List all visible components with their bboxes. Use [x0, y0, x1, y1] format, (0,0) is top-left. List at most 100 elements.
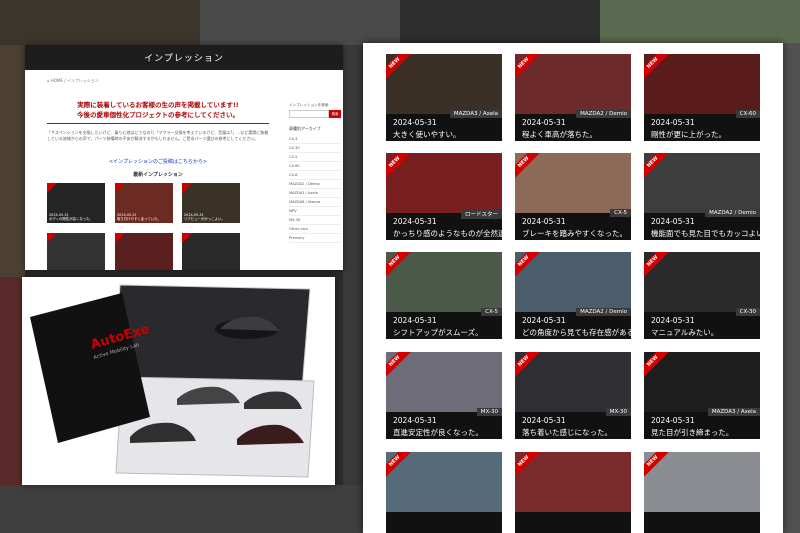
card-date: 2024-05-31	[522, 217, 566, 226]
latest-item[interactable]: 2024-05-31 取り付けやすく走っていた。	[115, 183, 173, 223]
bg-photo	[0, 277, 22, 485]
card-date: 2024-05-31	[651, 118, 695, 127]
brochure-photo: AutoExe Active Mobility Lab	[22, 277, 335, 485]
card-date: 2024-05-31	[522, 416, 566, 425]
bg-photo	[600, 0, 800, 43]
lead-line-2: 今後の愛車個性化プロジェクトの参考にしてください。	[76, 111, 240, 119]
archive-item[interactable]: MAZDA3 / Axela	[289, 189, 341, 198]
card-caption-band	[515, 512, 631, 533]
card-photo	[515, 352, 631, 412]
impression-card[interactable]: CX-60 2024-05-31 剛性が更に上がった。 NEW	[644, 54, 760, 141]
card-photo	[644, 153, 760, 213]
impression-card[interactable]: NEW	[386, 452, 502, 533]
card-title: マニュアルみたい。	[651, 328, 719, 337]
impression-card[interactable]: MAZDA3 / Axela 2024-05-31 大きく使いやすい。 NEW	[386, 54, 502, 141]
car-model-tag: MAZDA3 / Axela	[449, 110, 502, 118]
card-date: 2024-05-31	[393, 316, 437, 325]
impression-page: インプレッション ⌂ HOME / インプレッション 実際に装着しているお客様の…	[25, 45, 343, 270]
archive-item[interactable]: Premacy	[289, 234, 341, 243]
card-title: かっちり感のようなものが全然違う。	[393, 229, 502, 238]
archive-item[interactable]: CX-5	[289, 153, 341, 162]
impression-card[interactable]: MX-30 2024-05-31 直進安定性が良くなった。 NEW	[386, 352, 502, 439]
card-title: どの角度から見ても存在感がある。	[522, 328, 631, 337]
card-photo	[515, 153, 631, 213]
new-badge	[182, 233, 192, 243]
latest-item[interactable]	[182, 233, 240, 270]
card-photo	[515, 252, 631, 312]
new-badge	[182, 183, 192, 193]
impression-card[interactable]: MAZDA2 / Demio 2024-05-31 程よく車高が落ちた。 NEW	[515, 54, 631, 141]
card-photo	[515, 54, 631, 114]
card-title: 見た目が引き締まった。	[651, 428, 734, 437]
car-model-tag: CX-30	[735, 308, 760, 316]
impression-card[interactable]: MAZDA2 / Demio 2024-05-31 機能面でも見た目でもカッコよい。…	[644, 153, 760, 240]
bg-photo	[0, 45, 25, 277]
card-photo	[644, 352, 760, 412]
card-photo	[386, 452, 502, 512]
archive-item[interactable]: CX-60	[289, 162, 341, 171]
impression-card[interactable]: ロードスター2024-05-31かっちり感のようなものが全然違う。NEW	[386, 153, 502, 240]
archive-item[interactable]: MX-30	[289, 216, 341, 225]
lead-line-1: 実際に装着しているお客様の生の声を掲載しています!!	[77, 101, 239, 109]
impression-card[interactable]: CX-5 2024-05-31 シフトアップがスムーズ。 NEW	[386, 252, 502, 339]
impression-card[interactable]: NEW	[644, 452, 760, 533]
archive-item[interactable]: Other cars	[289, 225, 341, 234]
impression-card[interactable]: CX-5 2024-05-31 ブレーキを踏みやすくなった。 NEW	[515, 153, 631, 240]
card-date: 2024-05-31	[651, 416, 695, 425]
lead-text: 実際に装着しているお客様の生の声を掲載しています!! 今後の愛車個性化プロジェク…	[47, 100, 269, 120]
card-date: 2024-05-31	[393, 118, 437, 127]
page-header: インプレッション	[25, 45, 343, 70]
latest-item-caption: 2024-05-31 取り付けやすく走っていた。	[117, 213, 161, 221]
impression-card[interactable]: NEW	[515, 452, 631, 533]
card-date: 2024-05-31	[522, 118, 566, 127]
car-model-tag: CX-5	[610, 209, 631, 217]
car-model-tag: CX-5	[481, 308, 502, 316]
car-model-tag: CX-60	[735, 110, 760, 118]
car-model-tag: MAZDA3 / Axela	[707, 408, 760, 416]
card-date: 2024-05-31	[651, 316, 695, 325]
archive-list: CX-3 CX-30 CX-5 CX-60 CX-8 MAZDA2 / Demi…	[289, 135, 341, 243]
bg-photo	[343, 45, 363, 533]
search-button[interactable]: 検索	[329, 110, 341, 118]
card-date: 2024-05-31	[393, 217, 437, 226]
archive-item[interactable]: MAZDA6 / Atenza	[289, 198, 341, 207]
latest-item[interactable]: 2024-05-31 ボディの剛性が高くなった。	[47, 183, 105, 223]
archive-item[interactable]: MAZDA2 / Demio	[289, 180, 341, 189]
new-badge	[115, 233, 125, 243]
archive-item[interactable]: CX-8	[289, 171, 341, 180]
impression-card[interactable]: MAZDA3 / Axela 2024-05-31 見た目が引き締まった。 NEW	[644, 352, 760, 439]
impression-card[interactable]: MAZDA2 / Demio 2024-05-31 どの角度から見ても存在感がある。…	[515, 252, 631, 339]
latest-item-caption: 2024-05-31 ボディの剛性が高くなった。	[49, 213, 93, 221]
latest-item[interactable]: 2024-05-31 リアビューがかっこよい。	[182, 183, 240, 223]
card-caption-band	[644, 512, 760, 533]
card-photo	[386, 352, 502, 412]
card-date: 2024-05-31	[393, 416, 437, 425]
card-title: 剛性が更に上がった。	[651, 130, 726, 139]
bg-photo	[783, 43, 800, 533]
sidebar: インプレッションを検索 検索 車種別アーカイブ CX-3 CX-30 CX-5 …	[289, 103, 341, 243]
card-title: 直進安定性が良くなった。	[393, 428, 483, 437]
search-input[interactable]	[289, 110, 329, 118]
impression-grid: MAZDA3 / Axela 2024-05-31 大きく使いやすい。 NEW MAZD…	[363, 43, 783, 533]
archive-item[interactable]: MPV	[289, 207, 341, 216]
latest-item[interactable]	[115, 233, 173, 270]
archive-item[interactable]: CX-3	[289, 135, 341, 144]
car-model-tag: MX-30	[476, 408, 502, 416]
card-photo	[515, 452, 631, 512]
card-title: シフトアップがスムーズ。	[393, 328, 483, 337]
post-form-link[interactable]: <インプレッションのご投稿はこちらから>	[47, 158, 269, 165]
impression-card[interactable]: CX-30 2024-05-31 マニュアルみたい。 NEW	[644, 252, 760, 339]
card-caption-band	[386, 512, 502, 533]
bg-photo	[200, 0, 400, 45]
card-title: 程よく車高が落ちた。	[522, 130, 597, 139]
new-badge	[47, 183, 57, 193]
card-date: 2024-05-31	[651, 217, 695, 226]
car-model-tag: ロードスター	[460, 209, 502, 219]
latest-item[interactable]	[47, 233, 105, 270]
card-date: 2024-05-31	[522, 316, 566, 325]
breadcrumb[interactable]: ⌂ HOME / インプレッション	[47, 78, 99, 84]
archive-item[interactable]: CX-30	[289, 144, 341, 153]
card-title: ブレーキを踏みやすくなった。	[522, 229, 627, 238]
impression-card[interactable]: MX-30 2024-05-31 落ち着いた感じになった。 NEW	[515, 352, 631, 439]
card-photo	[644, 452, 760, 512]
